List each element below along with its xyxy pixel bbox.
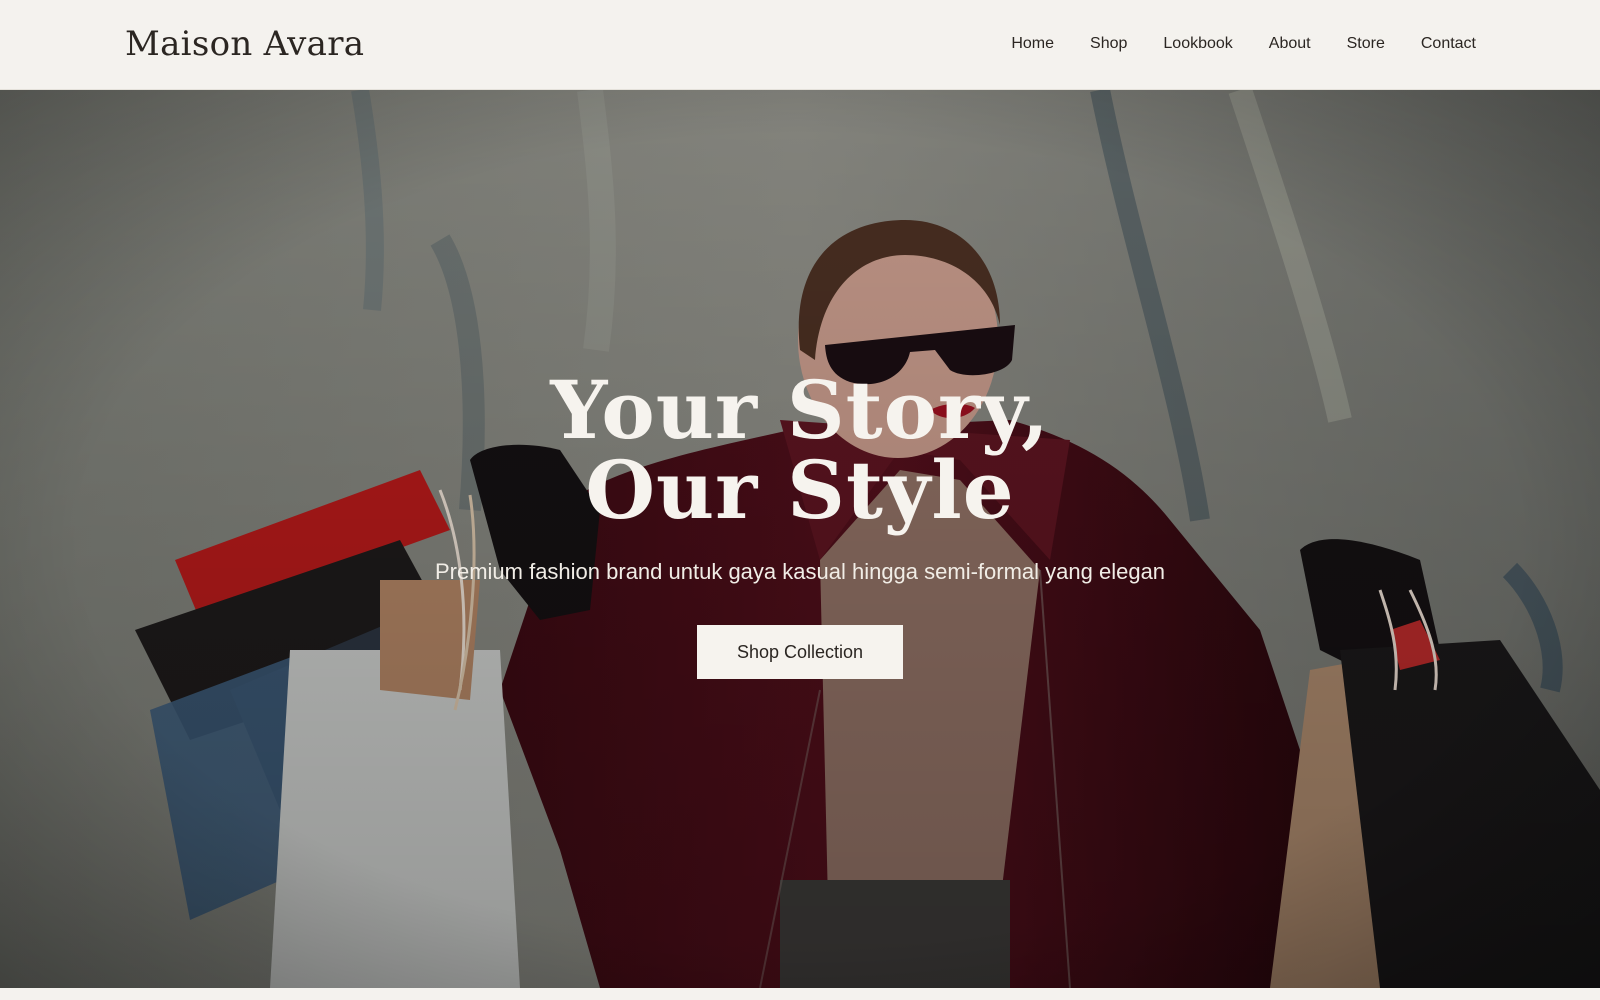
nav-home[interactable]: Home [1011,30,1054,58]
hero-title-line2: Our Style [585,443,1015,537]
nav-shop[interactable]: Shop [1090,30,1127,58]
nav-about[interactable]: About [1269,30,1311,58]
nav-contact[interactable]: Contact [1421,30,1476,58]
nav-lookbook[interactable]: Lookbook [1163,30,1232,58]
site-header: Maison Avara Home Shop Lookbook About St… [0,0,1600,90]
brand-logo[interactable]: Maison Avara [125,22,364,66]
hero-subtitle: Premium fashion brand untuk gaya kasual … [434,559,1166,584]
hero-section: Your Story, Our Style Premium fashion br… [0,90,1600,988]
hero-title: Your Story, Our Style [550,370,1050,530]
page-bottom-strip [0,988,1600,1000]
main-nav: Home Shop Lookbook About Store Contact [1011,30,1476,58]
nav-store[interactable]: Store [1347,30,1385,58]
shop-collection-button[interactable]: Shop Collection [697,625,903,679]
hero-content: Your Story, Our Style Premium fashion br… [0,370,1600,679]
